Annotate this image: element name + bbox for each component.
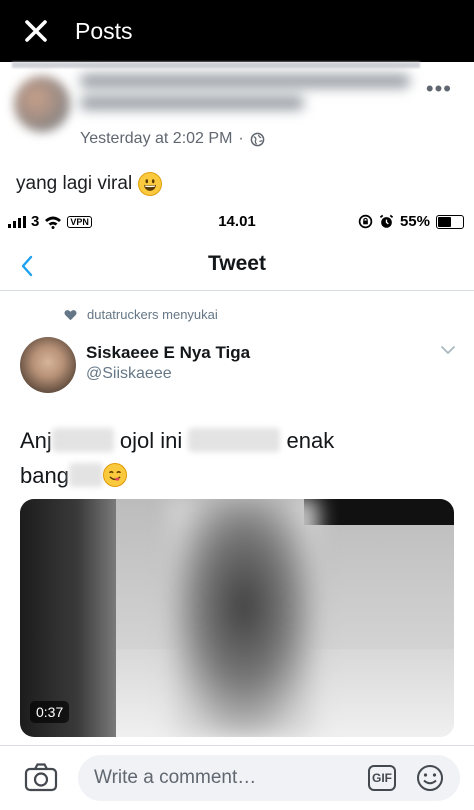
post-header: Yesterday at 2:02 PM · ••• xyxy=(0,62,474,158)
poster-avatar[interactable] xyxy=(14,76,70,132)
globe-icon xyxy=(250,132,265,146)
battery-percent: 55% xyxy=(399,213,430,230)
close-icon xyxy=(25,20,47,42)
heart-icon xyxy=(64,309,77,320)
timestamp-text: Yesterday at 2:02 PM xyxy=(80,130,233,147)
tweet-text-part1: Anj xyxy=(20,428,52,453)
gif-button[interactable]: GIF xyxy=(368,765,396,791)
tweet-nav-bar: Tweet xyxy=(0,241,474,291)
post-timestamp: Yesterday at 2:02 PM · xyxy=(80,130,265,148)
comment-bar: Write a comment… GIF xyxy=(0,745,474,810)
video-blurred-region xyxy=(170,499,318,737)
tweet-text-part3: enak xyxy=(286,428,335,453)
timestamp-separator: · xyxy=(238,130,244,147)
video-top-edge xyxy=(304,499,454,525)
tweet-nav-title: Tweet xyxy=(208,252,266,275)
page-title: Posts xyxy=(75,17,133,44)
tweet-author-handle[interactable]: @Siiskaeee xyxy=(86,365,172,383)
emoji-picker-icon[interactable] xyxy=(416,764,444,792)
grinning-emoji-icon xyxy=(138,172,163,196)
top-bar: Posts xyxy=(0,0,474,62)
post-text: yang lagi viral xyxy=(16,172,163,196)
redacted-word xyxy=(51,428,114,452)
tweet-author-avatar[interactable] xyxy=(20,337,76,393)
close-button[interactable] xyxy=(0,0,72,62)
chevron-down-icon[interactable] xyxy=(440,345,456,355)
comment-placeholder: Write a comment… xyxy=(94,767,257,788)
video-duration-badge: 0:37 xyxy=(30,701,70,723)
camera-icon[interactable] xyxy=(24,762,58,792)
yum-emoji-icon xyxy=(102,463,127,487)
liked-by-text: dutatruckers menyukai xyxy=(87,307,218,322)
alarm-icon xyxy=(379,214,394,228)
liked-by-notice: dutatruckers menyukai xyxy=(64,307,218,322)
comment-input[interactable]: Write a comment… GIF xyxy=(78,755,460,801)
more-options-button[interactable]: ••• xyxy=(426,76,452,102)
poster-name-blurred xyxy=(80,74,410,118)
tweet-text-part2: ojol ini xyxy=(119,428,183,453)
status-right: 55% xyxy=(358,213,464,230)
tweet-author-name[interactable]: Siskaeee E Nya Tiga xyxy=(86,343,250,363)
tweet-text-part4: bang xyxy=(20,463,69,488)
redacted-word xyxy=(68,463,103,487)
battery-icon xyxy=(436,214,464,229)
embedded-screenshot[interactable]: 3 VPN 14.01 55% Tweet dutatruckers menyu… xyxy=(0,205,474,745)
redacted-word xyxy=(188,428,281,452)
phone-status-bar: 3 VPN 14.01 55% xyxy=(0,205,474,239)
tweet-text: Anj ojol ini enak bang xyxy=(20,423,460,493)
rotation-lock-icon xyxy=(358,214,373,229)
tweet-video[interactable]: 0:37 xyxy=(20,499,454,737)
post-caption: yang lagi viral xyxy=(16,173,133,194)
